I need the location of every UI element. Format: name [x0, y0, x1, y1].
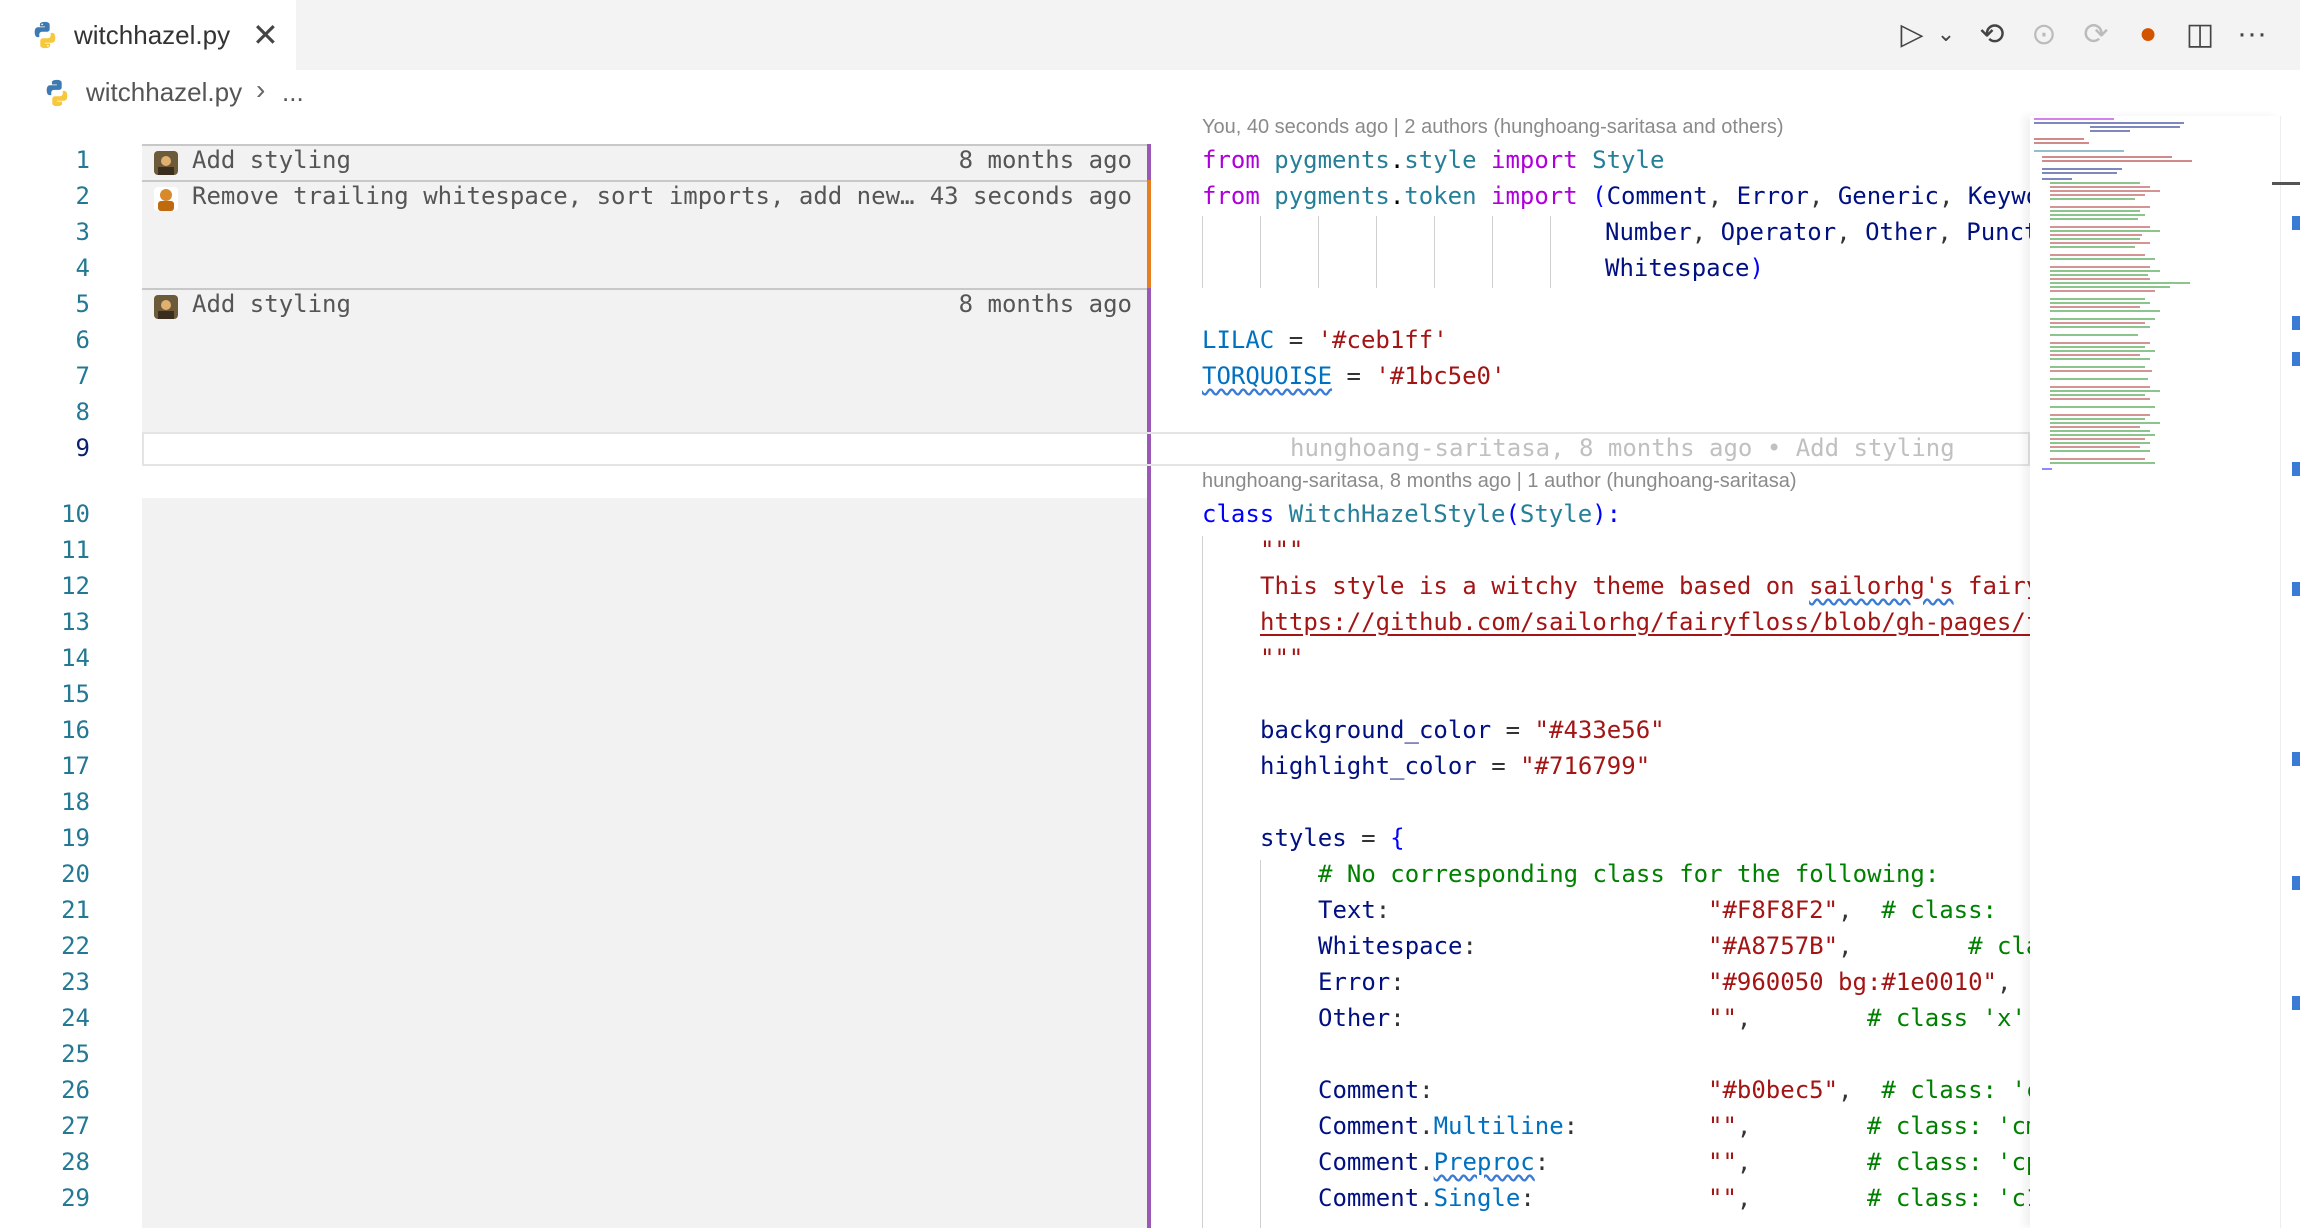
- scroll-marker: [2292, 752, 2300, 766]
- tab-bar: witchhazel.py ✕ ▷ ⌄ ⟲ ⊙ ⟳ ● ◫ ···: [0, 0, 2300, 70]
- code-line[interactable]: styles = {: [1260, 824, 1405, 852]
- dot-icon[interactable]: ⊙: [2024, 14, 2064, 54]
- blame-bar: [1147, 498, 1151, 1228]
- scroll-marker: [2292, 876, 2300, 890]
- blame-time: 43 seconds ago: [929, 182, 1132, 210]
- code-line[interactable]: background_color = "#433e56": [1260, 716, 1665, 744]
- minimap[interactable]: [2030, 116, 2280, 1228]
- blame-block: [142, 498, 1148, 1228]
- blame-entry[interactable]: Add styling 8 months ago: [142, 288, 1148, 322]
- code-line[interactable]: Text:: [1318, 896, 1390, 924]
- code-line[interactable]: TORQUOISE = '#1bc5e0': [1202, 362, 1505, 390]
- close-icon[interactable]: ✕: [252, 16, 279, 54]
- code-line[interactable]: highlight_color = "#716799": [1260, 752, 1650, 780]
- scroll-marker: [2292, 216, 2300, 230]
- scroll-marker: [2292, 462, 2300, 476]
- back-icon[interactable]: ⟲: [1972, 14, 2012, 54]
- code-line[interactable]: LILAC = '#ceb1ff': [1202, 326, 1448, 354]
- code-line[interactable]: class WitchHazelStyle(Style):: [1202, 500, 1621, 528]
- blame-message: Add styling: [192, 146, 351, 174]
- code-line[interactable]: Whitespace:: [1318, 932, 1477, 960]
- code-line[interactable]: from pygments.style import Style: [1202, 146, 1664, 174]
- code-line[interactable]: Whitespace): [1605, 254, 1764, 282]
- codelens-authors[interactable]: You, 40 seconds ago | 2 authors (hunghoa…: [1202, 116, 1784, 139]
- breadcrumb: witchhazel.py › ...: [0, 70, 2300, 116]
- breadcrumb-symbols[interactable]: ...: [282, 77, 304, 108]
- code-line[interactable]: This style is a witchy theme based on sa…: [1260, 572, 2040, 600]
- blame-message: Add styling: [192, 290, 351, 318]
- avatar: [154, 151, 178, 175]
- code-line[interactable]: Comment.Single:: [1318, 1184, 1535, 1212]
- split-editor-icon[interactable]: ◫: [2180, 14, 2220, 54]
- avatar: [154, 295, 178, 319]
- scroll-position-marker: [2272, 182, 2300, 185]
- blame-time: 8 months ago: [958, 146, 1132, 174]
- inline-blame: hunghoang-saritasa, 8 months ago • Add s…: [1290, 434, 1955, 462]
- code-line[interactable]: Other:: [1318, 1004, 1405, 1032]
- breadcrumb-file[interactable]: witchhazel.py: [86, 77, 242, 108]
- blame-message: Remove trailing whitespace, sort imports…: [192, 182, 915, 210]
- code-line[interactable]: # No corresponding class for the followi…: [1318, 860, 1939, 888]
- blame-entry[interactable]: Remove trailing whitespace, sort imports…: [142, 180, 1148, 214]
- code-line[interactable]: Error:: [1318, 968, 1405, 996]
- code-line[interactable]: Comment:: [1318, 1076, 1434, 1104]
- code-line[interactable]: Comment.Multiline:: [1318, 1112, 1578, 1140]
- scroll-marker: [2292, 316, 2300, 330]
- codelens-authors[interactable]: hunghoang-saritasa, 8 months ago | 1 aut…: [1202, 470, 1796, 493]
- scroll-marker: [2292, 582, 2300, 596]
- avatar: [154, 187, 178, 211]
- more-actions-icon[interactable]: ···: [2232, 14, 2272, 54]
- scroll-marker: [2292, 996, 2300, 1010]
- tab-label: witchhazel.py: [74, 20, 231, 50]
- code-line[interactable]: Comment.Preproc:: [1318, 1148, 1549, 1176]
- forward-icon[interactable]: ⟳: [2076, 14, 2116, 54]
- code-line[interactable]: Number, Operator, Other, Punct: [1605, 218, 2039, 246]
- vertical-scrollbar[interactable]: [2280, 116, 2300, 1228]
- code-line[interactable]: """: [1260, 644, 1303, 672]
- chevron-down-icon[interactable]: ⌄: [1926, 14, 1966, 54]
- editor[interactable]: Add styling 8 months ago Remove trailing…: [0, 116, 2300, 1228]
- blame-entry[interactable]: Add styling 8 months ago: [142, 144, 1148, 178]
- scroll-marker: [2292, 352, 2300, 366]
- python-file-icon: [34, 21, 56, 49]
- python-file-icon: [46, 79, 68, 107]
- tab-witchhazel[interactable]: witchhazel.py ✕: [0, 0, 296, 70]
- git-avatar-icon[interactable]: ●: [2128, 14, 2168, 54]
- code-line[interactable]: """: [1260, 536, 1303, 564]
- chevron-right-icon: ›: [256, 74, 266, 105]
- code-line[interactable]: https://github.com/sailorhg/fairyfloss/b…: [1260, 608, 2040, 636]
- minimap-preview: [2034, 118, 2192, 470]
- code-line[interactable]: from pygments.token import (Comment, Err…: [1202, 182, 2040, 210]
- blame-time: 8 months ago: [958, 290, 1132, 318]
